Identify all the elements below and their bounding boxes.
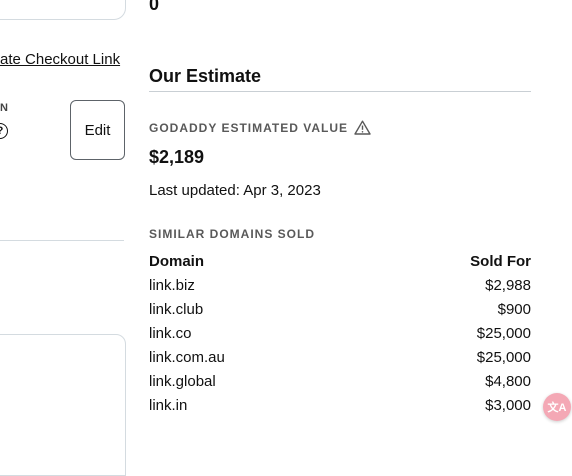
section-title: Our Estimate <box>149 66 262 86</box>
estimated-value-label-text: GODADDY ESTIMATED VALUE <box>149 120 349 135</box>
similar-domains-table: Domain Sold For link.biz $2,988 link.clu… <box>149 252 531 420</box>
price-cell: $3,000 <box>485 397 531 414</box>
price-cell: $25,000 <box>476 349 531 366</box>
domain-cell: link.biz <box>149 277 195 294</box>
similar-domains-label: SIMILAR DOMAINS SOLD <box>149 227 315 241</box>
price-cell: $4,800 <box>485 373 531 390</box>
create-checkout-link[interactable]: ate Checkout Link <box>0 51 120 68</box>
table-row: link.global $4,800 <box>149 372 531 396</box>
last-updated: Last updated: Apr 3, 2023 <box>149 182 321 199</box>
estimated-value: $2,189 <box>149 147 205 167</box>
help-icon[interactable]: ? <box>0 123 8 139</box>
count-value: 0 <box>149 0 160 14</box>
table-row: link.com.au $25,000 <box>149 348 531 372</box>
divider <box>0 240 124 241</box>
table-row: link.club $900 <box>149 300 531 324</box>
bottom-card <box>0 334 126 476</box>
price-cell: $25,000 <box>476 325 531 342</box>
table-row: link.in $3,000 <box>149 396 531 420</box>
estimated-value-label: GODADDY ESTIMATED VALUE <box>149 120 371 135</box>
top-card <box>0 0 126 20</box>
header-sold-for: Sold For <box>470 253 531 270</box>
table-header: Domain Sold For <box>149 252 531 276</box>
header-domain: Domain <box>149 253 205 270</box>
table-row: link.biz $2,988 <box>149 276 531 300</box>
section-label-fragment: N <box>0 102 9 114</box>
section-divider <box>149 91 531 92</box>
domain-cell: link.club <box>149 301 204 318</box>
translate-icon[interactable]: 文A <box>543 393 571 421</box>
domain-cell: link.global <box>149 373 216 390</box>
table-row: link.co $25,000 <box>149 324 531 348</box>
price-cell: $900 <box>497 301 531 318</box>
warning-icon[interactable] <box>354 120 371 135</box>
domain-cell: link.co <box>149 325 192 342</box>
domain-cell: link.com.au <box>149 349 225 366</box>
edit-button[interactable]: Edit <box>70 100 125 160</box>
domain-cell: link.in <box>149 397 188 414</box>
price-cell: $2,988 <box>485 277 531 294</box>
